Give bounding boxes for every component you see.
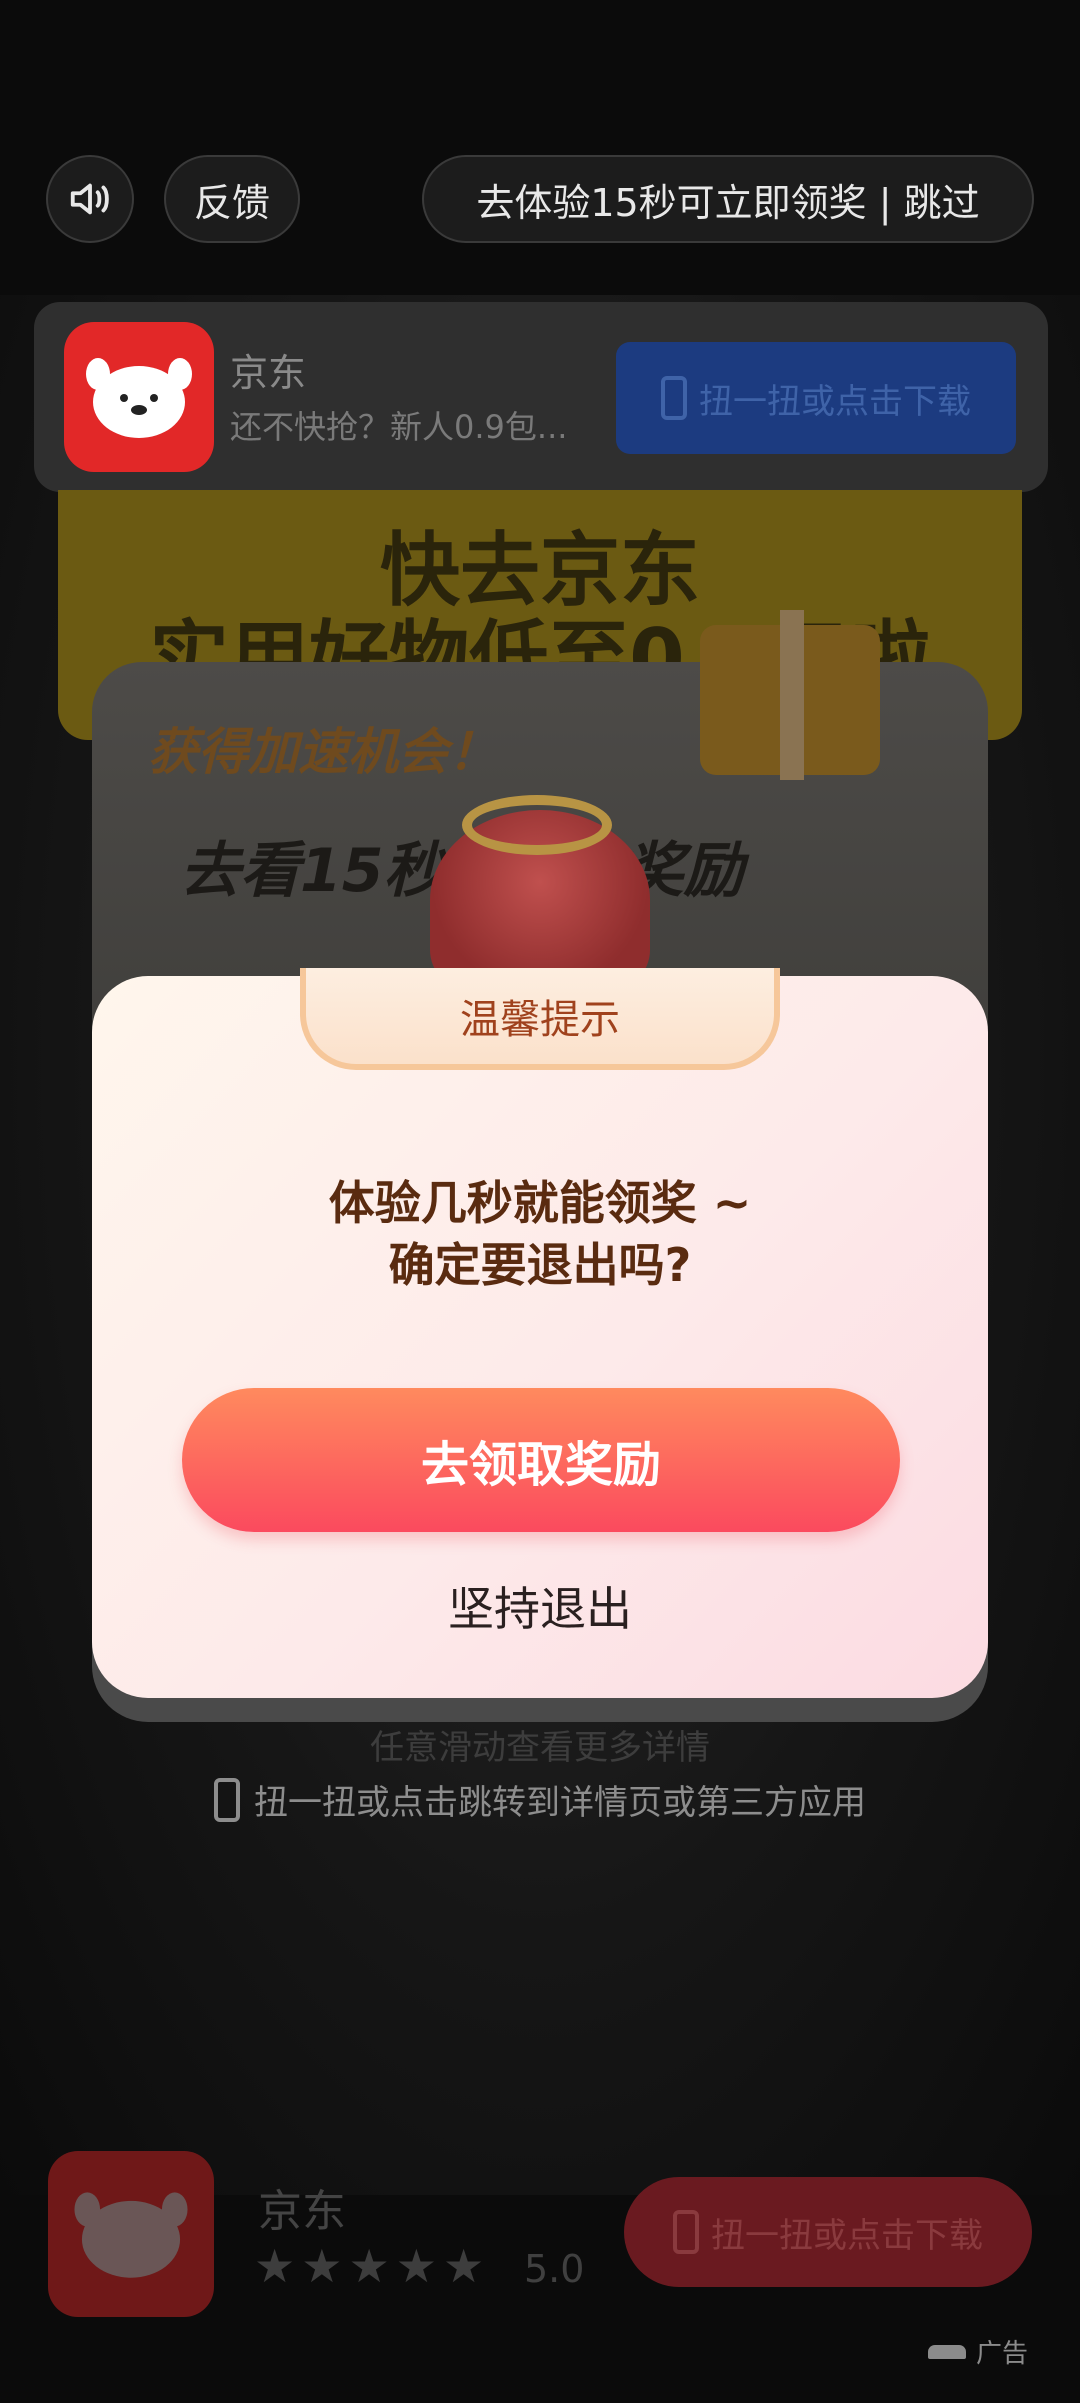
dialog-title: 温馨提示 — [460, 997, 620, 1043]
sound-button[interactable] — [46, 155, 134, 243]
dialog-header: 温馨提示 — [300, 968, 780, 1070]
skip-button[interactable]: 去体验15秒可立即领奖 | 跳过 — [422, 155, 1034, 243]
dialog-message: 体验几秒就能领奖 ~ 确定要退出吗? — [92, 1172, 988, 1296]
speaker-icon — [70, 183, 109, 215]
confirm-exit-button[interactable]: 坚持退出 — [390, 1566, 690, 1646]
claim-reward-button[interactable]: 去领取奖励 — [182, 1388, 900, 1532]
dialog-message-line-2: 确定要退出吗? — [388, 1238, 692, 1293]
exit-confirm-dialog: 温馨提示 体验几秒就能领奖 ~ 确定要退出吗? 去领取奖励 坚持退出 — [92, 968, 988, 1698]
dialog-message-line-1: 体验几秒就能领奖 ~ — [328, 1176, 752, 1230]
feedback-button[interactable]: 反馈 — [164, 155, 300, 243]
